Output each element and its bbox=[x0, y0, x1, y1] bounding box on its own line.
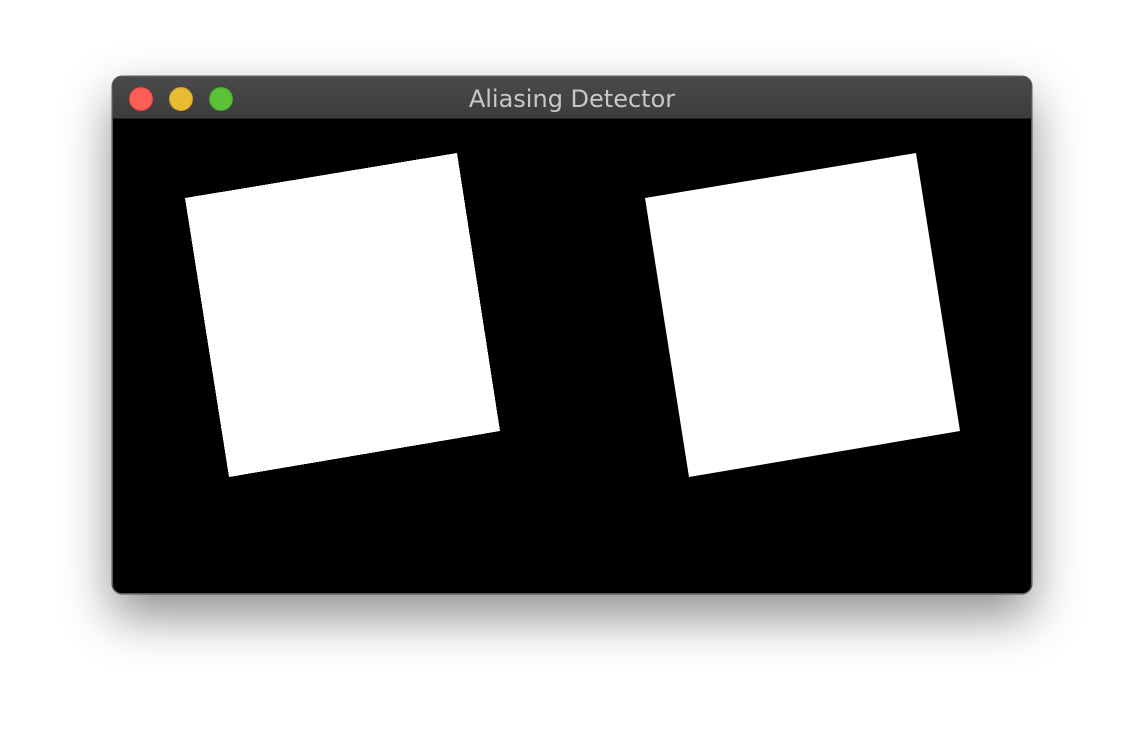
aliased-square bbox=[185, 153, 500, 477]
render-canvas bbox=[113, 119, 1031, 593]
window-title: Aliasing Detector bbox=[468, 85, 676, 113]
canvas-svg bbox=[185, 153, 960, 477]
antialiased-square bbox=[645, 153, 960, 477]
title-bar[interactable]: Aliasing Detector bbox=[113, 77, 1031, 119]
app-window: Aliasing Detector bbox=[112, 76, 1032, 594]
